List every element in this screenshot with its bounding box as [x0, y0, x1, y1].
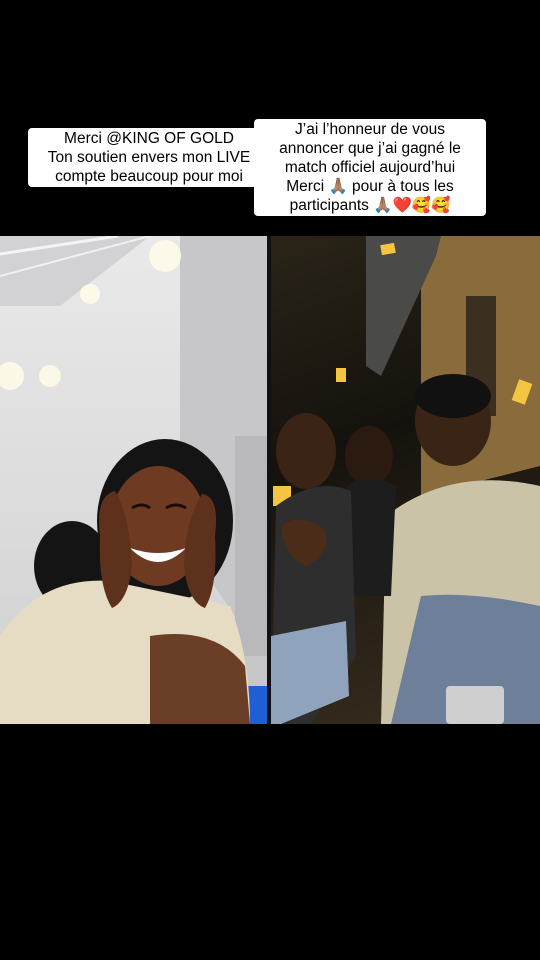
video-scene-right	[271, 236, 540, 724]
ceiling-light	[149, 240, 181, 272]
caption-right-line-3: match officiel aujourd’hui	[284, 159, 456, 176]
caption-left-line-2: Ton soutien envers mon LIVE	[47, 149, 251, 166]
person-left-face	[276, 413, 336, 489]
caption-left-line-3: compte beaucoup pour moi	[55, 168, 243, 185]
caption-right-line-5: participants 🙏🏽❤️🥰🥰	[289, 197, 451, 214]
caption-right: J’ai l’honneur de vous annoncer que j’ai…	[254, 119, 486, 216]
caption-right-line-1: J’ai l’honneur de vous	[295, 121, 445, 138]
ceiling-light	[0, 362, 24, 390]
person-right-hair	[415, 374, 491, 418]
video-panel-right[interactable]	[271, 236, 540, 724]
phone-in-hand	[446, 686, 504, 724]
caption-left-line-1: Merci @KING OF GOLD	[64, 130, 234, 147]
confetti	[336, 368, 346, 382]
caption-left: Merci @KING OF GOLD Ton soutien envers m…	[28, 128, 270, 187]
person-left-shorts	[271, 621, 349, 724]
ceiling-light	[80, 284, 100, 304]
caption-right-line-2: annoncer que j’ai gagné le	[279, 140, 461, 157]
door-frame	[235, 436, 267, 656]
person-middle-face	[345, 426, 393, 486]
caption-right-line-4: Merci 🙏🏽 pour à tous les	[286, 178, 454, 195]
video-scene-left	[0, 236, 267, 724]
video-panel-left[interactable]	[0, 236, 267, 724]
ceiling-light	[39, 365, 61, 387]
